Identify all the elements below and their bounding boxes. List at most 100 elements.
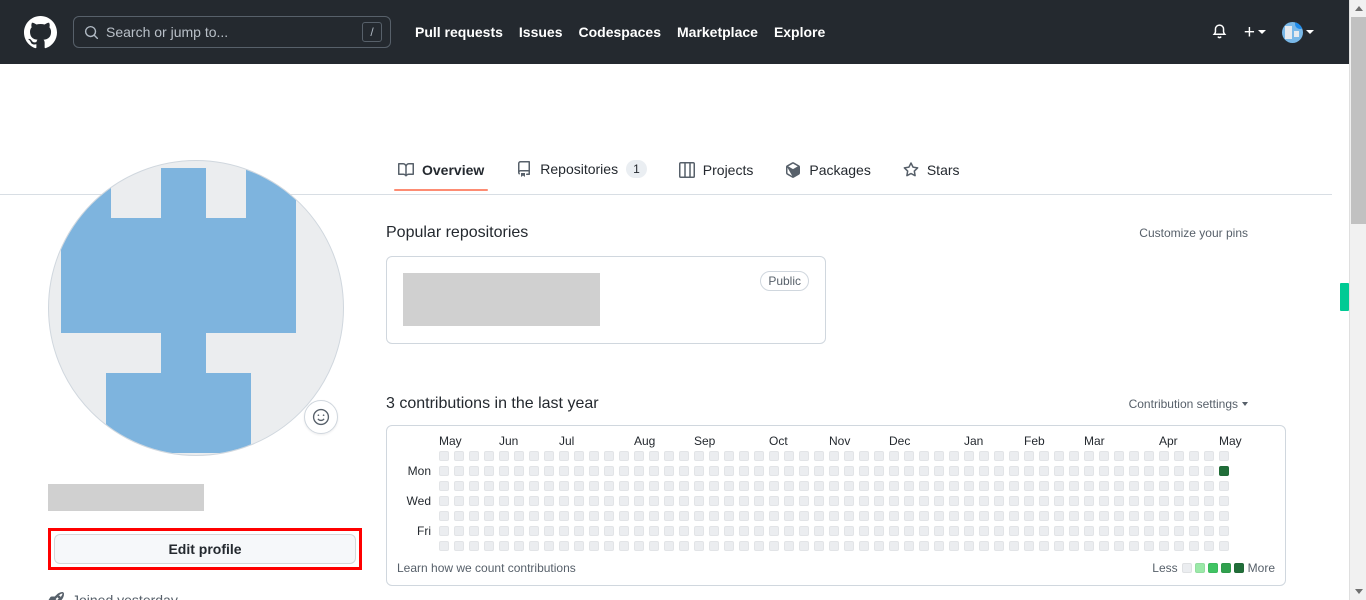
contribution-day-cell[interactable]: [604, 511, 614, 521]
contribution-day-cell[interactable]: [1144, 526, 1154, 536]
contribution-day-cell[interactable]: [439, 481, 449, 491]
contribution-day-cell[interactable]: [739, 466, 749, 476]
contribution-day-cell[interactable]: [634, 496, 644, 506]
contribution-day-cell[interactable]: [634, 451, 644, 461]
identicon-avatar[interactable]: [48, 160, 344, 456]
contribution-day-cell[interactable]: [994, 481, 1004, 491]
contribution-day-cell[interactable]: [574, 496, 584, 506]
contribution-day-cell[interactable]: [1009, 526, 1019, 536]
contribution-day-cell[interactable]: [844, 541, 854, 551]
contribution-day-cell[interactable]: [994, 496, 1004, 506]
contribution-day-cell[interactable]: [499, 481, 509, 491]
contribution-day-cell[interactable]: [934, 511, 944, 521]
github-logo-icon[interactable]: [24, 15, 57, 49]
contribution-day-cell[interactable]: [739, 511, 749, 521]
contribution-day-cell[interactable]: [964, 511, 974, 521]
contribution-day-cell[interactable]: [619, 466, 629, 476]
nav-link-codespaces[interactable]: Codespaces: [579, 24, 661, 40]
contribution-day-cell[interactable]: [1219, 541, 1229, 551]
contribution-day-cell[interactable]: [649, 466, 659, 476]
contribution-day-cell[interactable]: [1189, 466, 1199, 476]
contribution-day-cell[interactable]: [739, 481, 749, 491]
contribution-day-cell[interactable]: [529, 526, 539, 536]
contribution-day-cell[interactable]: [784, 511, 794, 521]
contribution-day-cell[interactable]: [469, 541, 479, 551]
contribution-day-cell[interactable]: [1114, 541, 1124, 551]
contribution-day-cell[interactable]: [1219, 451, 1229, 461]
contribution-day-cell[interactable]: [544, 481, 554, 491]
contribution-day-cell[interactable]: [559, 526, 569, 536]
contribution-day-cell[interactable]: [919, 526, 929, 536]
contribution-day-cell[interactable]: [469, 451, 479, 461]
contribution-day-cell[interactable]: [1219, 481, 1229, 491]
contribution-day-cell[interactable]: [784, 451, 794, 461]
contribution-day-cell[interactable]: [724, 511, 734, 521]
contribution-day-cell[interactable]: [874, 526, 884, 536]
contribution-day-cell[interactable]: [769, 526, 779, 536]
contribution-day-cell[interactable]: [1024, 481, 1034, 491]
contribution-day-cell[interactable]: [784, 481, 794, 491]
contribution-day-cell[interactable]: [544, 541, 554, 551]
contribution-day-cell[interactable]: [484, 466, 494, 476]
contribution-day-cell[interactable]: [469, 526, 479, 536]
contribution-day-cell[interactable]: [949, 496, 959, 506]
contribution-day-cell[interactable]: [454, 451, 464, 461]
contribution-day-cell[interactable]: [1144, 466, 1154, 476]
contribution-day-cell[interactable]: [934, 496, 944, 506]
contribution-day-cell[interactable]: [724, 541, 734, 551]
contribution-day-cell[interactable]: [919, 466, 929, 476]
contribution-day-cell[interactable]: [619, 511, 629, 521]
contribution-day-cell[interactable]: [859, 466, 869, 476]
contribution-day-cell[interactable]: [1114, 526, 1124, 536]
contribution-day-cell[interactable]: [769, 511, 779, 521]
contribution-day-cell[interactable]: [619, 541, 629, 551]
contribution-day-cell[interactable]: [1069, 466, 1079, 476]
contribution-day-cell[interactable]: [694, 526, 704, 536]
contribution-day-cell[interactable]: [964, 466, 974, 476]
contribution-day-cell[interactable]: [1009, 466, 1019, 476]
contribution-day-cell[interactable]: [859, 481, 869, 491]
contribution-day-cell[interactable]: [934, 481, 944, 491]
contribution-day-cell[interactable]: [979, 541, 989, 551]
contribution-day-cell[interactable]: [484, 481, 494, 491]
contribution-day-cell[interactable]: [829, 526, 839, 536]
contribution-day-cell[interactable]: [529, 496, 539, 506]
contribution-day-cell[interactable]: [829, 541, 839, 551]
contribution-day-cell[interactable]: [1039, 511, 1049, 521]
contribution-day-cell[interactable]: [949, 526, 959, 536]
tab-stars[interactable]: Stars: [891, 158, 972, 189]
contribution-day-cell[interactable]: [1204, 526, 1214, 536]
contribution-day-cell[interactable]: [649, 451, 659, 461]
contribution-day-cell[interactable]: [934, 451, 944, 461]
contribution-day-cell[interactable]: [889, 481, 899, 491]
contribution-day-cell[interactable]: [799, 526, 809, 536]
contribution-day-cell[interactable]: [1069, 526, 1079, 536]
contribution-day-cell[interactable]: [679, 466, 689, 476]
contribution-day-cell[interactable]: [859, 526, 869, 536]
contribution-day-cell[interactable]: [844, 481, 854, 491]
contribution-day-cell[interactable]: [1204, 481, 1214, 491]
contribution-day-cell[interactable]: [829, 481, 839, 491]
contribution-day-cell[interactable]: [1009, 541, 1019, 551]
contribution-day-cell[interactable]: [604, 541, 614, 551]
contribution-day-cell[interactable]: [949, 511, 959, 521]
contribution-day-cell[interactable]: [919, 541, 929, 551]
contribution-day-cell[interactable]: [859, 541, 869, 551]
contribution-day-cell[interactable]: [1039, 481, 1049, 491]
contribution-day-cell[interactable]: [1099, 541, 1109, 551]
contribution-day-cell[interactable]: [1069, 511, 1079, 521]
contribution-day-cell[interactable]: [619, 481, 629, 491]
contribution-day-cell[interactable]: [874, 511, 884, 521]
contribution-day-cell[interactable]: [529, 466, 539, 476]
contribution-day-cell[interactable]: [979, 481, 989, 491]
contribution-day-cell[interactable]: [1219, 511, 1229, 521]
contribution-day-cell[interactable]: [454, 496, 464, 506]
contribution-day-cell[interactable]: [694, 541, 704, 551]
contribution-day-cell[interactable]: [1174, 526, 1184, 536]
contribution-day-cell[interactable]: [1054, 466, 1064, 476]
create-new-menu[interactable]: +: [1244, 23, 1266, 42]
contribution-day-cell[interactable]: [439, 451, 449, 461]
contribution-day-cell[interactable]: [799, 496, 809, 506]
contribution-day-cell[interactable]: [1159, 451, 1169, 461]
contribution-day-cell[interactable]: [1114, 511, 1124, 521]
